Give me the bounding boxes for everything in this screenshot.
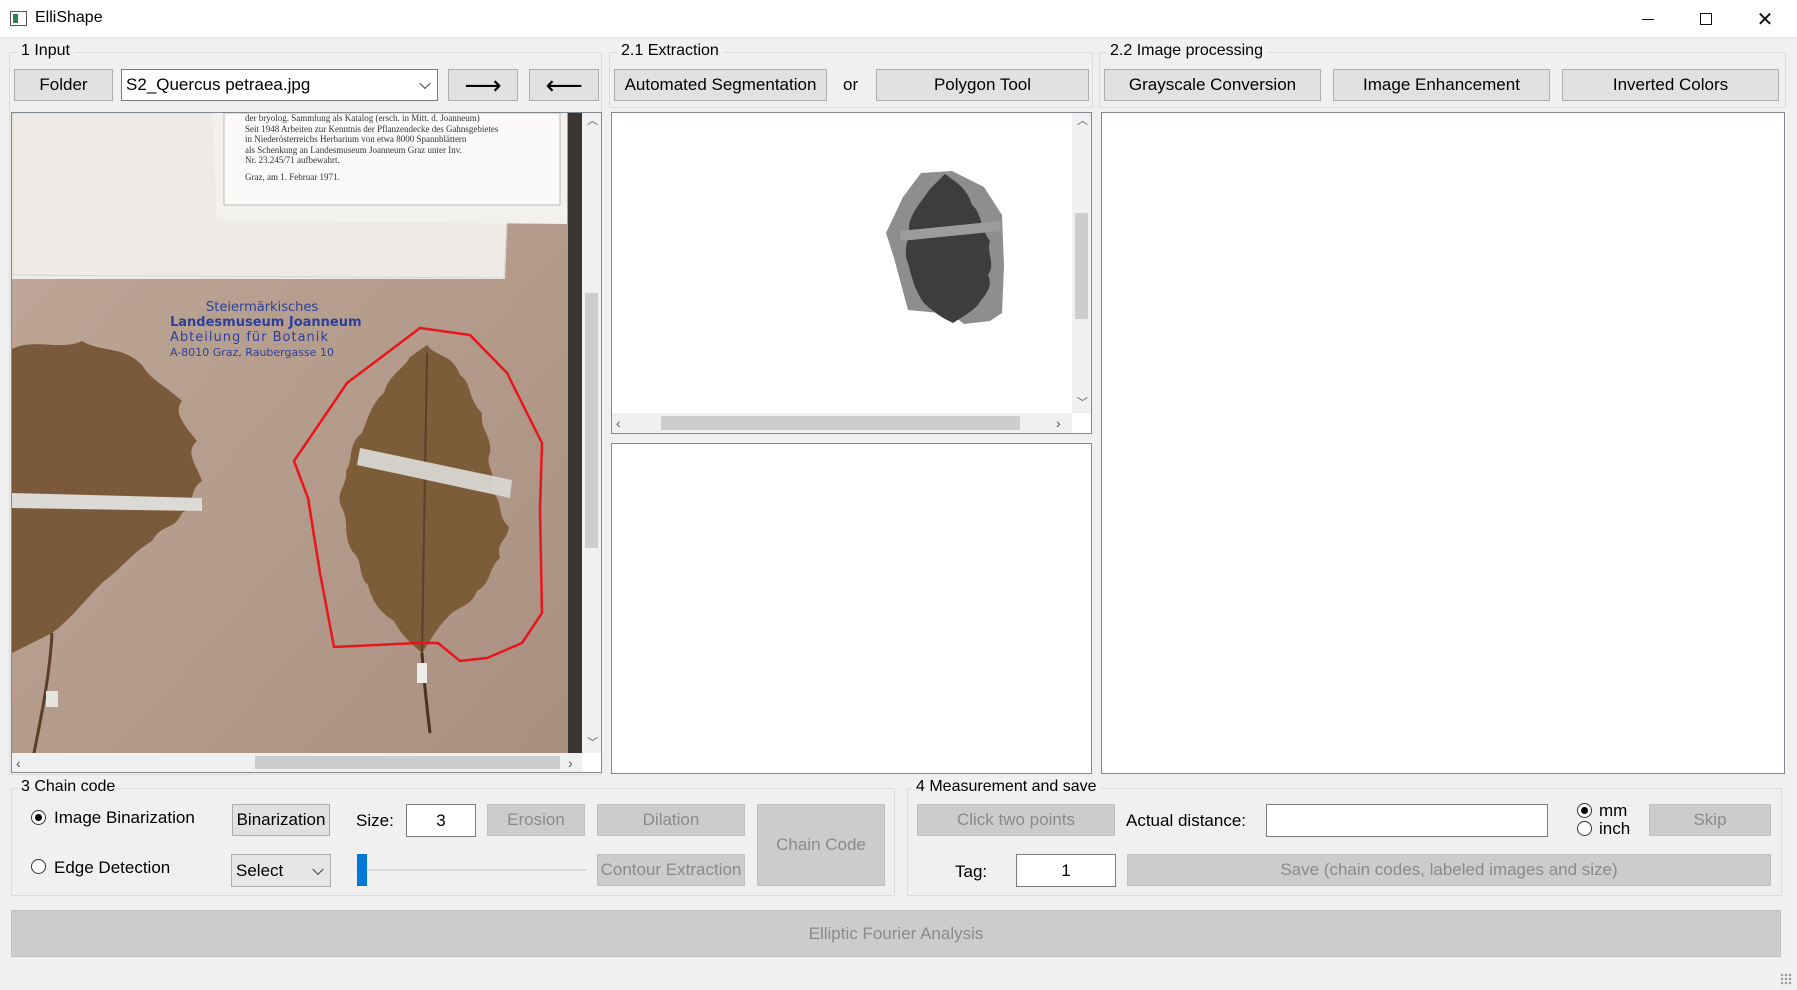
size-input[interactable]: 3 xyxy=(406,804,476,837)
edge-detection-radio[interactable] xyxy=(31,859,46,874)
prev-image-button[interactable]: ⟵ xyxy=(529,69,599,101)
folder-button[interactable]: Folder xyxy=(14,69,113,101)
grayscale-conversion-button[interactable]: Grayscale Conversion xyxy=(1104,69,1321,101)
skip-button[interactable]: Skip xyxy=(1649,804,1771,836)
unit-inch-radio[interactable] xyxy=(1577,821,1592,836)
extraction-preview[interactable]: ︿ ﹀ ‹ › xyxy=(611,112,1092,434)
input-horizontal-scrollbar[interactable]: ‹ › xyxy=(12,753,582,772)
title-bar: ElliShape ✕ xyxy=(0,0,1797,38)
unit-mm-label: mm xyxy=(1599,801,1628,820)
extracted-leaf-image xyxy=(886,171,1004,324)
erosion-button[interactable]: Erosion xyxy=(487,804,585,836)
unit-mm-radio[interactable] xyxy=(1577,803,1592,818)
minimize-icon[interactable] xyxy=(1619,0,1677,38)
file-select-value: S2_Quercus petraea.jpg xyxy=(126,75,311,94)
edge-detection-radio-label: Edge Detection xyxy=(54,858,171,877)
polygon-tool-button[interactable]: Polygon Tool xyxy=(876,69,1089,101)
input-group-label: 1 Input xyxy=(17,42,74,60)
actual-distance-label: Actual distance: xyxy=(1126,811,1247,830)
binarization-radio-label: Image Binarization xyxy=(54,808,195,827)
scroll-up-icon: ︿ xyxy=(1077,115,1088,127)
app-icon xyxy=(10,11,27,26)
scroll-thumb xyxy=(255,756,560,769)
save-button[interactable]: Save (chain codes, labeled images and si… xyxy=(1127,854,1771,886)
scroll-thumb xyxy=(1075,213,1088,319)
extraction-group-label: 2.1 Extraction xyxy=(617,42,723,60)
tag-input[interactable]: 1 xyxy=(1016,854,1116,887)
or-label: or xyxy=(843,75,859,94)
size-label: Size: xyxy=(356,811,394,830)
automated-segmentation-button[interactable]: Automated Segmentation xyxy=(614,69,827,101)
scroll-thumb xyxy=(661,416,1020,430)
inverted-colors-button[interactable]: Inverted Colors xyxy=(1562,69,1779,101)
contour-extraction-button[interactable]: Contour Extraction xyxy=(597,854,745,886)
resize-grip-icon[interactable] xyxy=(1780,973,1792,985)
threshold-slider-track[interactable] xyxy=(356,869,586,871)
scroll-down-icon: ﹀ xyxy=(1077,397,1088,409)
museum-stamp: Steiermärkisches Landesmuseum Joanneum A… xyxy=(170,300,362,359)
binarization-button[interactable]: Binarization xyxy=(232,804,330,836)
edge-method-value: Select xyxy=(236,860,284,880)
chain-code-button[interactable]: Chain Code xyxy=(757,804,885,886)
processing-group-label: 2.2 Image processing xyxy=(1106,42,1267,60)
input-vertical-scrollbar[interactable]: ︿ ﹀ xyxy=(582,113,601,753)
chevron-down-icon xyxy=(312,863,324,875)
actual-distance-input[interactable] xyxy=(1266,804,1548,837)
scroll-left-icon: ‹ xyxy=(616,415,621,431)
input-image-view[interactable]: der bryolog. Sammlung als Katalog (ersch… xyxy=(11,112,602,773)
tag-label: Tag: xyxy=(955,862,988,881)
scroll-thumb xyxy=(585,293,598,548)
image-enhancement-button[interactable]: Image Enhancement xyxy=(1333,69,1550,101)
extraction-horizontal-scrollbar[interactable]: ‹ › xyxy=(612,413,1072,433)
chain-code-group-label: 3 Chain code xyxy=(17,778,120,796)
scroll-down-icon: ﹀ xyxy=(587,737,598,749)
elliptic-fourier-analysis-button[interactable]: Elliptic Fourier Analysis xyxy=(11,910,1781,957)
unit-inch-label: inch xyxy=(1599,819,1631,838)
measurement-group-label: 4 Measurement and save xyxy=(912,778,1101,796)
extraction-vertical-scrollbar[interactable]: ︿ ﹀ xyxy=(1072,113,1091,413)
binarization-radio[interactable] xyxy=(31,810,46,825)
extraction-result-view[interactable] xyxy=(611,443,1092,774)
close-icon[interactable]: ✕ xyxy=(1736,0,1794,38)
scroll-up-icon: ︿ xyxy=(587,115,598,127)
scroll-left-icon: ‹ xyxy=(16,755,21,771)
herbarium-note: der bryolog. Sammlung als Katalog (ersch… xyxy=(245,113,499,182)
processing-view[interactable] xyxy=(1101,112,1785,774)
click-two-points-button[interactable]: Click two points xyxy=(917,804,1115,836)
maximize-icon[interactable] xyxy=(1677,0,1735,38)
file-select[interactable]: S2_Quercus petraea.jpg xyxy=(121,69,438,101)
herbarium-image xyxy=(12,113,582,753)
dilation-button[interactable]: Dilation xyxy=(597,804,745,836)
window-title: ElliShape xyxy=(35,9,103,26)
scroll-right-icon: › xyxy=(1056,415,1061,431)
threshold-slider-handle[interactable] xyxy=(357,854,367,886)
next-image-button[interactable]: ⟶ xyxy=(448,69,518,101)
scroll-right-icon: › xyxy=(568,755,573,771)
chevron-down-icon xyxy=(419,77,431,90)
edge-method-select[interactable]: Select xyxy=(231,854,331,887)
